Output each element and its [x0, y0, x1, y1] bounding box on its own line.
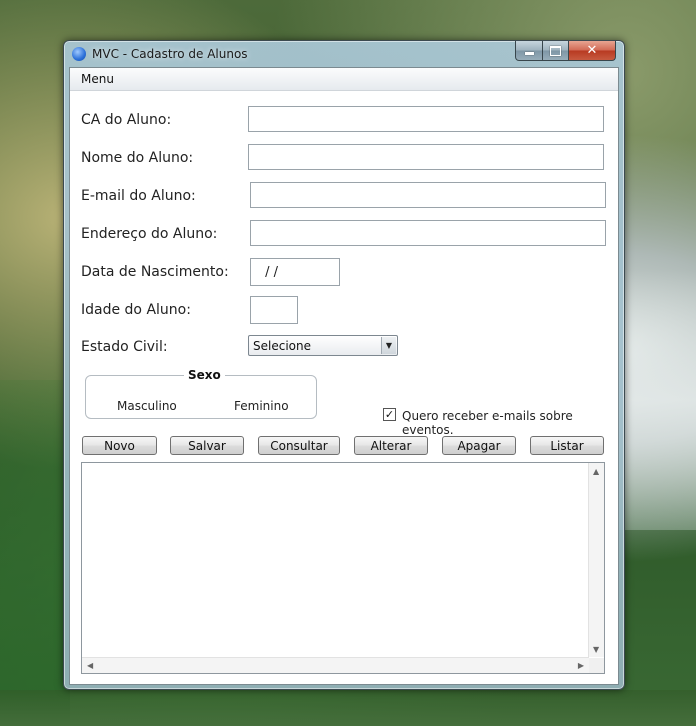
sexo-group: Sexo Masculino Feminino — [85, 368, 317, 419]
radio-masculino[interactable]: Masculino — [117, 399, 177, 413]
menu-bar: Menu — [70, 68, 618, 91]
apagar-button[interactable]: Apagar — [442, 436, 516, 455]
nome-input[interactable] — [248, 144, 604, 170]
nome-label: Nome do Aluno: — [81, 150, 194, 166]
consultar-button[interactable]: Consultar — [258, 436, 340, 455]
sexo-legend: Sexo — [184, 368, 225, 382]
output-textarea[interactable]: ▲ ▼ ◀ ▶ — [81, 462, 605, 674]
app-window: MVC - Cadastro de Alunos ✕ Menu CA do Al… — [63, 40, 625, 690]
alterar-button[interactable]: Alterar — [354, 436, 428, 455]
java-app-icon — [72, 47, 86, 61]
minimize-icon — [524, 52, 534, 55]
scroll-up-icon[interactable]: ▲ — [593, 467, 599, 476]
newsletter-checkbox[interactable]: ✓ — [383, 408, 396, 421]
maximize-button[interactable] — [543, 41, 569, 61]
endereco-input[interactable] — [250, 220, 606, 246]
scroll-left-icon[interactable]: ◀ — [87, 661, 93, 670]
close-button[interactable]: ✕ — [569, 41, 616, 61]
ca-input[interactable] — [248, 106, 604, 132]
idade-label: Idade do Aluno: — [81, 302, 191, 318]
chevron-down-icon[interactable]: ▼ — [381, 337, 396, 354]
window-title: MVC - Cadastro de Alunos — [92, 47, 248, 61]
endereco-label: Endereço do Aluno: — [81, 226, 218, 242]
minimize-button[interactable] — [515, 41, 543, 61]
foliage-bottom — [0, 690, 696, 726]
scroll-right-icon[interactable]: ▶ — [578, 661, 584, 670]
client-area: Menu CA do Aluno: Nome do Aluno: E-mail … — [69, 67, 619, 685]
ca-label: CA do Aluno: — [81, 112, 172, 128]
vertical-scrollbar[interactable]: ▲ ▼ — [588, 463, 604, 657]
email-input[interactable] — [250, 182, 606, 208]
horizontal-scrollbar[interactable]: ◀ ▶ — [82, 657, 589, 673]
scroll-down-icon[interactable]: ▼ — [593, 645, 599, 654]
scrollbar-corner — [589, 658, 604, 673]
novo-button[interactable]: Novo — [82, 436, 157, 455]
radio-feminino[interactable]: Feminino — [234, 399, 289, 413]
salvar-button[interactable]: Salvar — [170, 436, 244, 455]
estado-civil-selected-value: Selecione — [253, 339, 311, 353]
listar-button[interactable]: Listar — [530, 436, 604, 455]
estado-civil-label: Estado Civil: — [81, 339, 168, 355]
foliage-left — [0, 380, 70, 726]
title-bar[interactable]: MVC - Cadastro de Alunos ✕ — [64, 41, 624, 67]
maximize-icon — [550, 45, 561, 56]
menu-item-menu[interactable]: Menu — [81, 72, 114, 86]
newsletter-label[interactable]: Quero receber e-mails sobre eventos. — [402, 409, 618, 437]
email-label: E-mail do Aluno: — [81, 188, 196, 204]
nascimento-input[interactable] — [250, 258, 340, 286]
caption-buttons: ✕ — [515, 41, 616, 61]
nascimento-label: Data de Nascimento: — [81, 264, 229, 280]
estado-civil-select[interactable]: Selecione ▼ — [248, 335, 398, 356]
idade-input[interactable] — [250, 296, 298, 324]
close-icon: ✕ — [586, 43, 598, 58]
